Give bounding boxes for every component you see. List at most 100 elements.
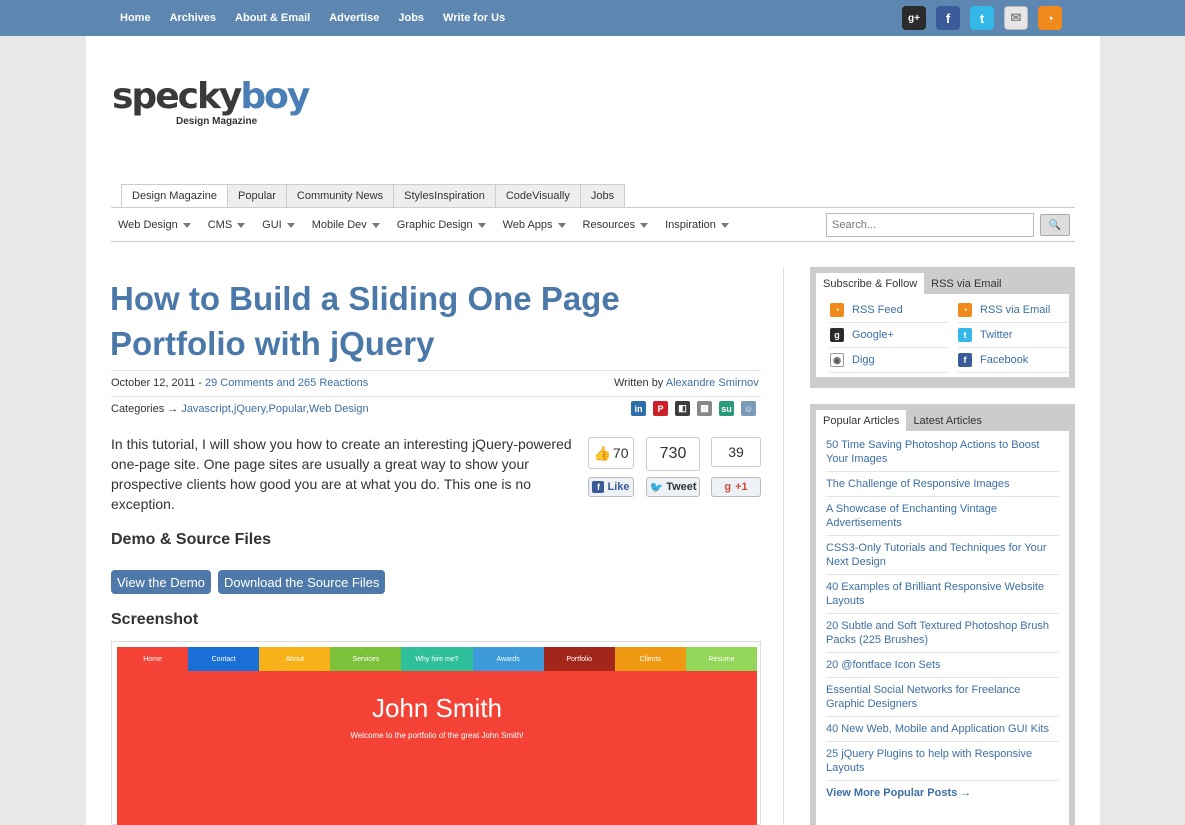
screenshot-nav-item: Home [117,647,189,671]
category-gui[interactable]: GUI [262,219,295,231]
popular-article-link[interactable]: CSS3-Only Tutorials and Techniques for Y… [826,536,1059,575]
caret-down-icon [182,222,191,228]
category-inspiration[interactable]: Inspiration [665,219,729,231]
tab-latest-articles[interactable]: Latest Articles [906,410,988,431]
screenshot-name: John Smith [371,693,503,723]
author-link[interactable]: Alexandre Smirnov [666,377,759,389]
tab-jobs[interactable]: Jobs [580,184,626,208]
top-nav-archives[interactable]: Archives [170,12,216,24]
tweet-count: 730 [646,437,700,471]
column-divider [783,267,784,825]
bookmark-icon[interactable]: ▦ [697,401,712,416]
popular-article-link[interactable]: A Showcase of Enchanting Vintage Adverti… [826,497,1059,536]
facebook-icon: f [958,353,972,367]
screenshot-nav-item: About [259,647,331,671]
caret-down-icon [477,222,486,228]
site-tabs: Design Magazine Popular Community News S… [121,184,626,208]
tweet-button[interactable]: 🐦 Tweet [646,477,700,497]
google-plus-icon[interactable]: g+ [902,6,926,30]
screenshot-nav-item: Clients [614,647,686,671]
popular-article-link[interactable]: The Challenge of Responsive Images [826,472,1059,497]
download-source-button[interactable]: Download the Source Files [218,570,386,594]
reddit-icon[interactable]: ☺ [741,401,756,416]
popular-article-link[interactable]: 50 Time Saving Photoshop Actions to Boos… [826,433,1059,472]
tab-codevisually[interactable]: CodeVisually [495,184,581,208]
linkedin-icon[interactable]: in [631,401,646,416]
delicious-icon[interactable]: ◧ [675,401,690,416]
google-plus-one-button[interactable]: g +1 [711,477,761,497]
site-logo[interactable]: speckyboy Design Magazine [112,76,310,127]
share-icons: in P ◧ ▦ su ☺ [631,401,763,416]
caret-down-icon [237,222,246,228]
screenshot-nav: Home Contact About Services Why hire me? Awar… [117,647,757,671]
category-web-apps[interactable]: Web Apps [503,219,566,231]
facebook-icon: f [592,481,605,493]
category-web-design[interactable]: Web Design [118,219,191,231]
tab-popular[interactable]: Popular [228,184,287,208]
follow-facebook[interactable]: f Facebook [958,348,1068,373]
twitter-icon[interactable]: t [970,6,994,30]
thumbs-up-icon: 👍 [593,444,611,461]
view-demo-button[interactable]: View the Demo [111,570,211,594]
search-icon: 🔍 [1048,219,1062,231]
follow-digg[interactable]: ◉ Digg [830,348,948,373]
article-date: October 12, 2011 - 29 Comments and 265 R… [111,377,369,389]
screenshot-nav-item: Contact [188,647,260,671]
screenshot-nav-item: Resume [685,647,757,671]
plus-count: 39 [711,437,761,467]
popular-article-link[interactable]: 25 jQuery Plugins to help with Responsiv… [826,742,1059,781]
twitter-icon: 🐦 [649,481,664,494]
follow-twitter[interactable]: t Twitter [958,323,1068,348]
tab-rss-via-email[interactable]: RSS via Email [924,273,1008,294]
screenshot-heading: Screenshot [111,611,199,628]
stumbleupon-icon[interactable]: su [719,401,734,416]
popular-article-link[interactable]: 20 @fontface Icon Sets [826,653,1059,678]
popular-article-link[interactable]: Essential Social Networks for Freelance … [826,678,1059,717]
follow-google-plus[interactable]: g Google+ [830,323,948,348]
caret-down-icon [371,222,380,228]
comments-link[interactable]: 29 Comments and 265 Reactions [205,377,368,389]
search-input[interactable] [826,213,1034,237]
tab-design-magazine[interactable]: Design Magazine [121,184,228,208]
screenshot-nav-item: Services [330,647,402,671]
articles-widget: Popular Articles Latest Articles 50 Time… [810,404,1075,825]
top-nav-advertise[interactable]: Advertise [329,12,379,24]
tweet-widget: 730 🐦 Tweet [646,437,700,497]
category-cms[interactable]: CMS [208,219,246,231]
category-resources[interactable]: Resources [583,219,649,231]
facebook-icon[interactable]: f [936,6,960,30]
google-plus-icon: g [830,328,844,342]
top-social-icons: g+ f t ✉ ◔ [902,6,1072,30]
follow-rss-feed[interactable]: ◔ RSS Feed [830,298,948,323]
top-nav-about-email[interactable]: About & Email [235,12,310,24]
top-nav-home[interactable]: Home [120,12,151,24]
email-icon[interactable]: ✉ [1004,6,1028,30]
tab-stylesinspiration[interactable]: StylesInspiration [394,184,496,208]
popular-article-link[interactable]: 40 New Web, Mobile and Application GUI K… [826,717,1059,742]
tab-popular-articles[interactable]: Popular Articles [816,410,907,431]
screenshot-hero: John Smith Welcome to the portfolio of t… [117,671,757,825]
category-graphic-design[interactable]: Graphic Design [397,219,486,231]
view-more-popular-link[interactable]: View More Popular Posts → [816,781,1069,805]
search-button[interactable]: 🔍 [1040,214,1070,236]
rss-icon[interactable]: ◔ [1038,6,1062,30]
category-mobile-dev[interactable]: Mobile Dev [312,219,380,231]
facebook-like-button[interactable]: f Like [588,477,634,497]
divider [111,207,1075,208]
top-nav-jobs[interactable]: Jobs [398,12,424,24]
follow-rss-email[interactable]: ◔ RSS via Email [958,298,1068,323]
divider [111,241,1075,242]
popular-article-link[interactable]: 40 Examples of Brilliant Responsive Webs… [826,575,1059,614]
tab-subscribe-follow[interactable]: Subscribe & Follow [816,273,925,294]
tab-community-news[interactable]: Community News [286,184,395,208]
pinterest-icon[interactable]: P [653,401,668,416]
top-nav-write-for-us[interactable]: Write for Us [443,12,505,24]
article-title[interactable]: How to Build a Sliding One Page Portfoli… [110,276,750,366]
twitter-icon: t [958,328,972,342]
popular-article-link[interactable]: 20 Subtle and Soft Textured Photoshop Br… [826,614,1059,653]
screenshot-nav-item: Portfolio [543,647,615,671]
categories-links[interactable]: Javascript,jQuery,Popular,Web Design [181,403,368,415]
demo-heading: Demo & Source Files [111,531,272,548]
top-nav: Home Archives About & Email Advertise Jo… [120,0,524,36]
article-author: Written by Alexandre Smirnov [614,377,759,389]
